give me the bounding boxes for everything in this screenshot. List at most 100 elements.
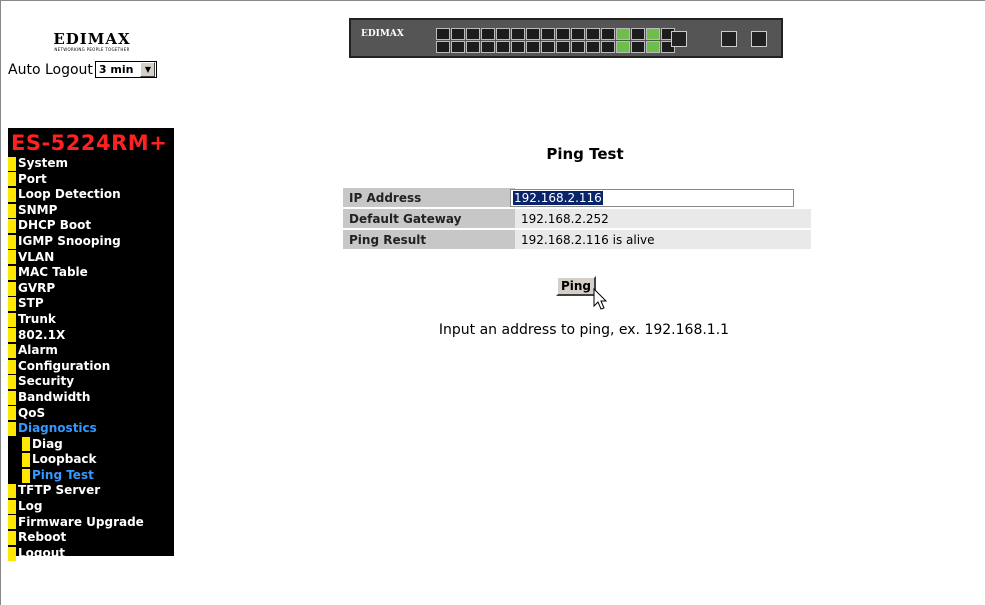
- page-border-left: [0, 0, 1, 605]
- menu-item-tftp-server[interactable]: TFTP Server: [8, 483, 174, 499]
- menu-marker-icon: [8, 156, 16, 171]
- page-title: Ping Test: [546, 145, 624, 163]
- menu-marker-icon: [8, 546, 16, 561]
- menu-marker-icon: [22, 437, 30, 452]
- menu-marker-icon: [8, 219, 16, 234]
- menu-item-qos[interactable]: QoS: [8, 406, 174, 422]
- menu-item-label: Configuration: [18, 358, 111, 373]
- menu-marker-icon: [8, 515, 16, 530]
- menu-item-label: Firmware Upgrade: [18, 514, 144, 529]
- menu-item-diagnostics[interactable]: Diagnostics: [8, 421, 174, 437]
- edimax-logo: EDIMAX NETWORKING PEOPLE TOGETHER: [48, 32, 136, 53]
- menu-item-stp[interactable]: STP: [8, 296, 174, 312]
- menu-item-security[interactable]: Security: [8, 374, 174, 390]
- menu-item-alarm[interactable]: Alarm: [8, 343, 174, 359]
- ping-form: IP Address 192.168.2.116 Default Gateway…: [343, 186, 811, 251]
- ping-hint: Input an address to ping, ex. 192.168.1.…: [438, 322, 730, 338]
- menu-item-label: SNMP: [18, 202, 58, 217]
- menu-item-label: 802.1X: [18, 327, 66, 342]
- auto-logout-label: Auto Logout: [8, 61, 93, 78]
- menu-item-gvrp[interactable]: GVRP: [8, 281, 174, 297]
- menu-item-label: STP: [18, 296, 44, 311]
- menu-marker-icon: [8, 328, 16, 343]
- menu-item-port[interactable]: Port: [8, 172, 174, 188]
- menu-marker-icon: [8, 203, 16, 218]
- menu-item-label: DHCP Boot: [18, 218, 92, 233]
- menu-item-label: Port: [18, 171, 47, 186]
- menu-item-label: Ping Test: [32, 467, 94, 482]
- menu-item-logout[interactable]: Logout: [8, 546, 174, 562]
- menu-marker-icon: [8, 281, 16, 296]
- menu-item-reboot[interactable]: Reboot: [8, 530, 174, 546]
- menu-item-label: Loopback: [32, 452, 97, 467]
- gateway-row: Default Gateway 192.168.2.252: [343, 209, 811, 228]
- menu-item-configuration[interactable]: Configuration: [8, 359, 174, 375]
- menu-item-igmp-snooping[interactable]: IGMP Snooping: [8, 234, 174, 250]
- menu-item-label: VLAN: [18, 249, 55, 264]
- menu-marker-icon: [8, 484, 16, 499]
- sidebar-menu: ES-5224RM+ System Port Loop Detection SNMP D…: [8, 128, 174, 561]
- menu-item-diag[interactable]: Diag: [8, 437, 174, 453]
- menu-item-mac-table[interactable]: MAC Table: [8, 265, 174, 281]
- menu-item-802-1x[interactable]: 802.1X: [8, 328, 174, 344]
- menu-item-loop-detection[interactable]: Loop Detection: [8, 187, 174, 203]
- ping-button[interactable]: Ping: [556, 276, 596, 296]
- logo-tagline: NETWORKING PEOPLE TOGETHER: [54, 47, 130, 52]
- menu-item-label: QoS: [18, 405, 46, 420]
- menu-marker-icon: [8, 312, 16, 327]
- menu-marker-icon: [8, 187, 16, 202]
- menu-marker-icon: [8, 250, 16, 265]
- port-row-top: [436, 28, 675, 40]
- menu-marker-icon: [22, 453, 30, 468]
- menu-marker-icon: [8, 234, 16, 249]
- ip-address-label: IP Address: [343, 188, 515, 207]
- menu-item-bandwidth[interactable]: Bandwidth: [8, 390, 174, 406]
- menu-marker-icon: [8, 343, 16, 358]
- menu-item-firmware-upgrade[interactable]: Firmware Upgrade: [8, 515, 174, 531]
- menu-item-label: Logout: [18, 545, 66, 560]
- ping-result-row: Ping Result 192.168.2.116 is alive: [343, 230, 811, 249]
- menu-item-vlan[interactable]: VLAN: [8, 250, 174, 266]
- menu-marker-icon: [8, 359, 16, 374]
- ip-address-input[interactable]: 192.168.2.116: [510, 188, 794, 207]
- menu-marker-icon: [8, 265, 16, 280]
- menu-marker-icon: [8, 390, 16, 405]
- menu-item-label: Security: [18, 374, 75, 389]
- menu-marker-icon: [8, 406, 16, 421]
- sfp-port: [721, 31, 737, 47]
- port-row-bottom: [436, 41, 675, 53]
- menu-item-label: System: [18, 156, 68, 170]
- auto-logout-select[interactable]: 3 min ▼: [94, 61, 158, 78]
- ping-result-value: 192.168.2.116 is alive: [515, 230, 811, 249]
- dropdown-arrow-icon[interactable]: ▼: [140, 62, 156, 77]
- menu-item-system[interactable]: System: [8, 156, 174, 172]
- menu-item-label: GVRP: [18, 280, 56, 295]
- menu-marker-icon: [8, 499, 16, 514]
- menu-marker-icon: [8, 531, 16, 546]
- menu-item-loopback[interactable]: Loopback: [8, 452, 174, 468]
- device-brand: EDIMAX: [361, 29, 404, 39]
- menu-item-label: Trunk: [18, 311, 56, 326]
- menu-marker-icon: [8, 297, 16, 312]
- menu-item-trunk[interactable]: Trunk: [8, 312, 174, 328]
- gateway-label: Default Gateway: [343, 209, 515, 228]
- menu-item-label: TFTP Server: [18, 483, 101, 498]
- menu-item-log[interactable]: Log: [8, 499, 174, 515]
- logo-brand: EDIMAX: [53, 30, 131, 48]
- menu-list: System Port Loop Detection SNMP DHCP Boot IGM…: [8, 156, 174, 561]
- menu-item-snmp[interactable]: SNMP: [8, 203, 174, 219]
- menu-marker-icon: [8, 421, 16, 436]
- menu-item-dhcp-boot[interactable]: DHCP Boot: [8, 218, 174, 234]
- sfp-port: [751, 31, 767, 47]
- menu-item-label: MAC Table: [18, 265, 88, 280]
- ip-address-row: IP Address 192.168.2.116: [343, 188, 811, 207]
- menu-item-ping-test[interactable]: Ping Test: [8, 468, 174, 484]
- model-title: ES-5224RM+: [11, 131, 168, 155]
- menu-item-label: Log: [18, 499, 43, 514]
- menu-item-label: Diagnostics: [18, 421, 97, 436]
- page-border-top: [0, 0, 985, 1]
- menu-item-label: Reboot: [18, 530, 67, 545]
- switch-front-panel-image: EDIMAX: [349, 18, 783, 58]
- menu-marker-icon: [22, 468, 30, 483]
- menu-item-label: Diag: [32, 436, 63, 451]
